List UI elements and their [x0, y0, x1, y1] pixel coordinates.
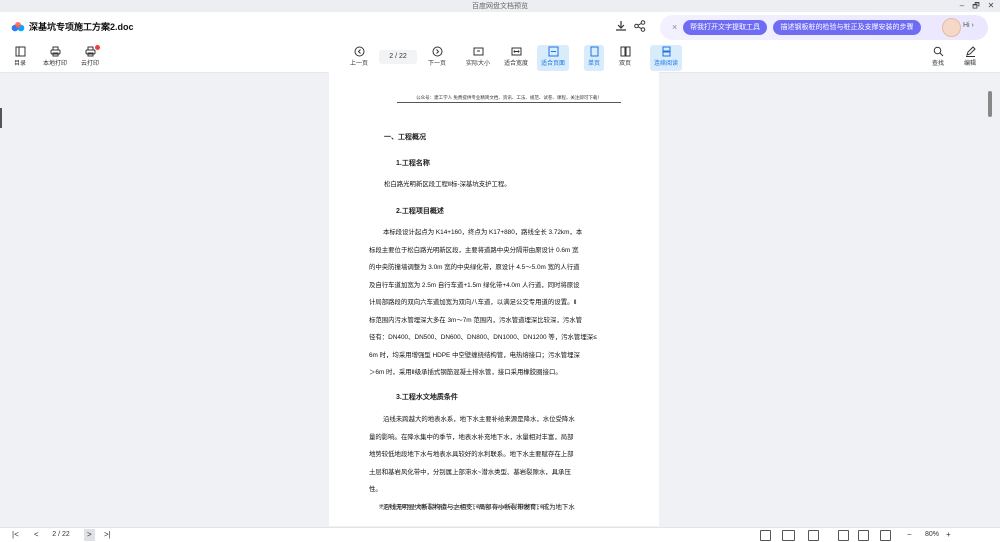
zoom-level[interactable]: 80%	[925, 529, 939, 541]
fit-width-button[interactable]: 适合宽度	[502, 45, 530, 71]
fit-width-icon	[511, 47, 521, 56]
paragraph-line: 标段主要位于松白路光明新区段，主要将道路中央分隔带由原设计 0.6m 宽	[369, 246, 579, 254]
close-window-button[interactable]: ✕	[983, 0, 999, 12]
prev-page-button[interactable]: 上一页	[347, 45, 371, 71]
single-view-icon[interactable]	[760, 530, 771, 541]
double-view-icon[interactable]	[782, 530, 795, 541]
toc-button[interactable]: 目录	[9, 45, 31, 71]
paragraph-line: 性。	[369, 486, 382, 493]
paragraph-line: 计局部路段的双向六车道加宽为双向八车道，以满足公交专用道的设置。Ⅱ	[369, 299, 577, 306]
window-titlebar: 百度网盘文档预览 – 🗗 ✕	[0, 0, 1000, 12]
pencil-icon	[965, 46, 976, 57]
zoom-out-button[interactable]: −	[907, 529, 912, 541]
chevron-left-circle-icon	[354, 46, 364, 57]
actual-size-label: 实际大小	[465, 61, 490, 67]
edit-button[interactable]: 编辑	[960, 45, 980, 71]
search-icon	[933, 46, 943, 57]
actual-size-status-icon[interactable]	[880, 530, 891, 541]
single-page-label: 单页	[587, 61, 600, 67]
prev-page-label: 上一页	[349, 61, 368, 67]
fit-width-label: 适合宽度	[503, 61, 528, 67]
download-icon[interactable]	[614, 19, 628, 33]
continuous-read-label: 连续阅读	[653, 61, 678, 67]
page-footer-text: 更多专业资料 标书 图集 方案 视频、CAD 软件下载查询：wdzyk.com …	[379, 504, 549, 509]
baidu-netdisk-logo-icon	[11, 22, 25, 32]
document-page: 公众号：建工学人 免费提供专业精简文档、资讯、工法、规范、试卷、课程，关注即可下…	[329, 72, 659, 526]
paragraph-line: 土层和基岩风化带中，分别属上部滞水~潜水类型、基岩裂隙水，具承压	[369, 468, 571, 476]
fit-page-label: 适合页面	[540, 61, 565, 67]
paragraph-line: 的中央防撞墙调整为 3.0m 宽的中央绿化带，原设计 4.5～5.0m 宽的人行…	[369, 264, 580, 271]
next-page-icon[interactable]: >	[84, 529, 95, 541]
page-number-input[interactable]: 2 / 22	[379, 50, 417, 64]
cloud-print-label: 云打印	[80, 61, 99, 67]
chevron-right-circle-icon	[432, 46, 442, 57]
ai-hi-label[interactable]: Hi ›	[963, 22, 974, 29]
edit-label: 编辑	[963, 61, 976, 67]
ai-suggestion-extract-text[interactable]: 帮我打开文字提取工具	[683, 20, 767, 35]
local-print-button[interactable]: 本地打印	[40, 45, 70, 71]
fit-page-button[interactable]: 适合页面	[537, 45, 569, 71]
continuous-read-icon	[662, 46, 670, 57]
printer-icon	[50, 46, 60, 57]
last-page-icon[interactable]: >|	[104, 529, 111, 541]
paragraph-line: 量的影响。在降水集中的季节，地表水补充地下水，水量相对丰富，局部	[369, 433, 574, 441]
first-page-icon[interactable]: |<	[12, 529, 19, 541]
scroll-view-icon[interactable]	[808, 530, 819, 541]
section-2-title: 2.工程项目概述	[396, 208, 444, 215]
continuous-read-button[interactable]: 连续阅读	[650, 45, 682, 71]
double-page-label: 双页	[618, 61, 631, 67]
section-2-paragraph: 本标段设计起点为 K14+160，终点为 K17+880，路线全长 3.72km…	[369, 224, 619, 382]
page-header-text: 公众号：建工学人 免费提供专业精简文档、资讯、工法、规范、试卷、课程，关注即可下…	[397, 95, 621, 103]
double-page-icon	[620, 46, 630, 57]
paragraph-line: 沿线未跨越大的地表水系，地下水主要补给来源是降水，水位受降水	[383, 416, 575, 423]
paragraph-line: 径有：DN400、DN500、DN600、DN800、DN1000、DN1200…	[369, 334, 597, 341]
ai-avatar[interactable]	[942, 18, 961, 37]
single-page-icon	[590, 46, 598, 57]
share-icon[interactable]	[633, 19, 647, 33]
paragraph-line: 地势较低地段地下水与地表水具较好的水利联系。地下水主要赋存在上部	[369, 451, 574, 458]
fit-page-status-icon[interactable]	[858, 530, 869, 541]
toc-label: 目录	[13, 61, 26, 67]
fit-page-icon	[548, 46, 558, 57]
local-print-label: 本地打印	[42, 61, 67, 67]
ai-bar-close-icon[interactable]: ×	[672, 22, 677, 32]
section-3-title: 3.工程水文地质条件	[396, 394, 458, 401]
ai-suggestion-steel-sheet-pile[interactable]: 描述钢板桩的检验与桩正及支撑安装的步骤	[773, 20, 921, 35]
actual-size-button[interactable]: 实际大小	[464, 45, 492, 71]
find-button[interactable]: 查找	[928, 45, 948, 71]
paragraph-line: 标范围内污水管埋深大多在 3m～7m 范围内，污水管道埋深比较深，污水管	[369, 316, 583, 324]
heading-project-overview: 一、工程概况	[384, 134, 426, 141]
double-page-button[interactable]: 双页	[615, 45, 635, 71]
cloud-printer-icon	[85, 46, 95, 57]
left-edge-marker	[0, 108, 2, 128]
find-label: 查找	[931, 61, 944, 67]
paragraph-line: 及自行车道加宽为 2.5m 自行车道+1.5m 绿化带+4.0m 人行道，同时将…	[369, 281, 580, 289]
zoom-in-button[interactable]: +	[946, 529, 951, 541]
vertical-scrollbar-thumb[interactable]	[988, 91, 992, 117]
next-page-button[interactable]: 下一页	[425, 45, 449, 71]
status-bar: |< < 2 / 22 > >| − 80% +	[0, 527, 1000, 542]
status-page-indicator[interactable]: 2 / 22	[45, 529, 77, 540]
paragraph-line: ＞6m 时，采用Ⅱ级承插式钢筋混凝土排水管，接口采用橡胶圈接口。	[369, 369, 562, 376]
single-page-button[interactable]: 单页	[584, 45, 604, 71]
paragraph-line: 6m 时，均采用增强型 HDPE 中空壁缠绕结构管，电热熔接口；污水管埋深	[369, 351, 580, 359]
paragraph-line: 本标段设计起点为 K14+160，终点为 K17+880，路线全长 3.72km…	[383, 229, 583, 236]
viewer-toolbar: 目录 本地打印 云打印 上一页 2 / 22 下一页 实际大小 适合宽度 适合页…	[0, 42, 1000, 73]
prev-page-icon[interactable]: <	[34, 529, 39, 541]
paragraph-line: 松白路光明新区段工程Ⅱ标-深基坑支护工程。	[384, 181, 511, 188]
toc-icon	[15, 46, 25, 57]
section-1-title: 1.工程名称	[396, 160, 430, 167]
notification-dot	[95, 45, 100, 50]
actual-size-icon	[473, 47, 483, 56]
next-page-label: 下一页	[427, 61, 446, 67]
section-3-paragraph: 沿线未跨越大的地表水系，地下水主要补给来源是降水，水位受降水 量的影响。在降水集…	[369, 411, 619, 516]
window-title: 百度网盘文档预览	[472, 3, 528, 10]
section-1-text: 松白路光明新区段工程Ⅱ标-深基坑支护工程。	[384, 176, 634, 194]
document-name: 深基坑专项施工方案2.doc	[29, 22, 134, 32]
restore-button[interactable]: 🗗	[968, 0, 984, 12]
fit-width-status-icon[interactable]	[838, 530, 849, 541]
